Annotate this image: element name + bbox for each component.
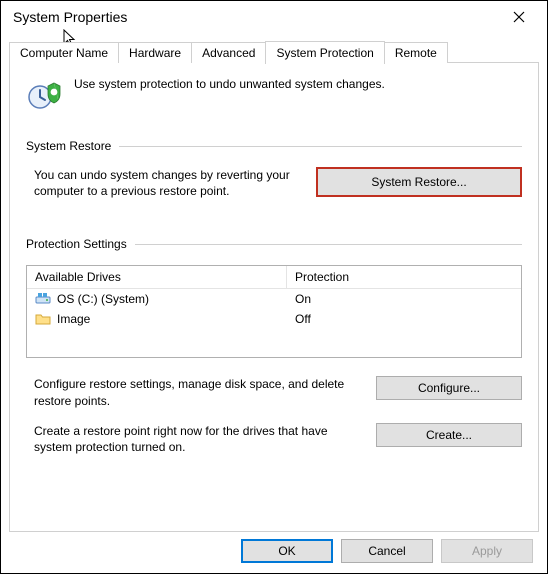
tab-advanced[interactable]: Advanced — [191, 42, 266, 63]
ok-button[interactable]: OK — [241, 539, 333, 563]
protection-cell: On — [287, 290, 319, 308]
divider — [119, 146, 522, 147]
drive-cell: Image — [27, 309, 287, 329]
tab-strip: Computer Name Hardware Advanced System P… — [9, 39, 539, 63]
close-button[interactable] — [499, 3, 539, 31]
configure-row: Configure restore settings, manage disk … — [26, 376, 522, 408]
tab-computer-name[interactable]: Computer Name — [9, 42, 119, 63]
table-body: OS (C:) (System) On Image Off — [27, 289, 521, 357]
table-row[interactable]: OS (C:) (System) On — [27, 289, 521, 309]
titlebar: System Properties — [1, 1, 547, 33]
intro-row: Use system protection to undo unwanted s… — [26, 77, 522, 113]
tab-panel: Use system protection to undo unwanted s… — [9, 62, 539, 532]
tab-hardware[interactable]: Hardware — [118, 42, 192, 63]
folder-icon — [35, 311, 51, 327]
window-title: System Properties — [13, 9, 499, 25]
configure-text: Configure restore settings, manage disk … — [26, 376, 356, 408]
close-icon — [513, 11, 525, 23]
system-drive-icon — [35, 291, 51, 307]
col-available-drives[interactable]: Available Drives — [27, 266, 287, 289]
section-label: System Restore — [26, 139, 111, 153]
section-label: Protection Settings — [26, 237, 127, 251]
tab-system-protection[interactable]: System Protection — [265, 41, 384, 64]
dialog-footer: OK Cancel Apply — [241, 539, 533, 563]
table-header: Available Drives Protection — [27, 266, 521, 289]
tab-remote[interactable]: Remote — [384, 42, 448, 63]
create-row: Create a restore point right now for the… — [26, 423, 522, 455]
configure-button[interactable]: Configure... — [376, 376, 522, 400]
divider — [135, 244, 522, 245]
create-button[interactable]: Create... — [376, 423, 522, 447]
protection-cell: Off — [287, 310, 319, 328]
drives-table: Available Drives Protection OS (C:) — [26, 265, 522, 358]
cancel-button[interactable]: Cancel — [341, 539, 433, 563]
create-text: Create a restore point right now for the… — [26, 423, 356, 455]
section-protection-header: Protection Settings — [26, 237, 522, 251]
system-restore-button[interactable]: System Restore... — [316, 167, 522, 197]
drive-cell: OS (C:) (System) — [27, 289, 287, 309]
section-system-restore-header: System Restore — [26, 139, 522, 153]
intro-text: Use system protection to undo unwanted s… — [74, 77, 385, 91]
system-properties-window: System Properties Computer Name Hardware… — [0, 0, 548, 574]
system-restore-row: You can undo system changes by reverting… — [26, 167, 522, 199]
apply-button: Apply — [441, 539, 533, 563]
col-protection[interactable]: Protection — [287, 266, 521, 289]
tabstrip-spacer — [447, 62, 539, 63]
client-area: Computer Name Hardware Advanced System P… — [1, 39, 547, 540]
system-restore-text: You can undo system changes by reverting… — [26, 167, 296, 199]
table-row[interactable]: Image Off — [27, 309, 521, 329]
system-protection-icon — [26, 77, 62, 113]
